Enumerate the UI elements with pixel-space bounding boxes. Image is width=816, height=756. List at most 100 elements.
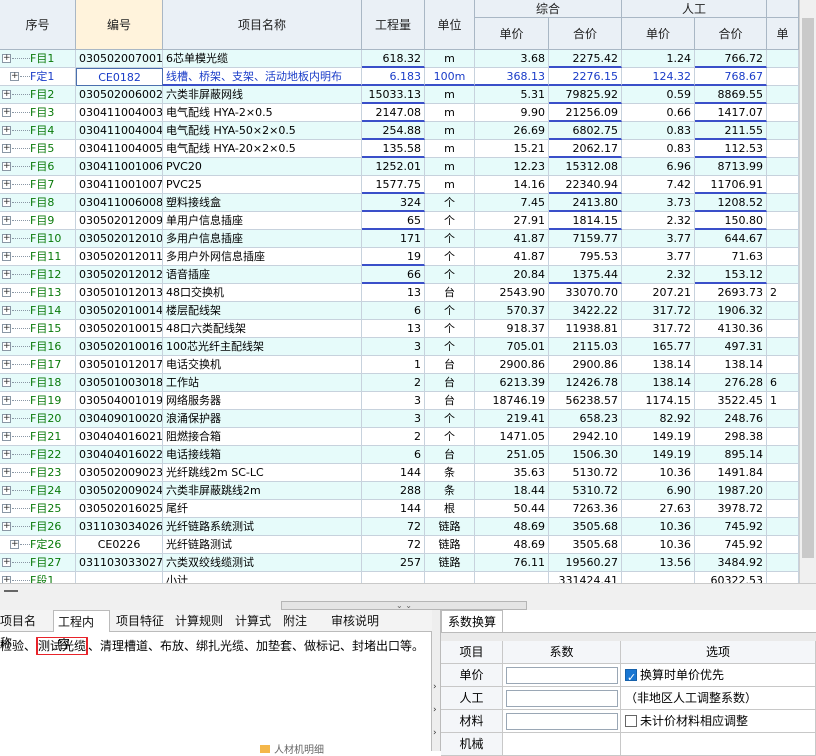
row-total-price[interactable]: 5310.72: [549, 482, 622, 500]
row-seq[interactable]: + F目17: [0, 356, 76, 374]
row-seq[interactable]: + F目9: [0, 212, 76, 230]
expand-plus-icon[interactable]: +: [2, 432, 11, 441]
row-labor-unit-price[interactable]: 2.32: [622, 212, 695, 230]
row-extra[interactable]: [767, 338, 799, 356]
row-seq[interactable]: + F目14: [0, 302, 76, 320]
tab-7[interactable]: 审核说明: [327, 610, 387, 632]
table-row[interactable]: + F目16 030502010016 100芯光纤主配线架 3 个 705.01 2115.…: [0, 338, 799, 356]
table-row[interactable]: + F目24 030502009024 六类非屏蔽跳线2m 288 条 18.44 5310.…: [0, 482, 799, 500]
detail-hint[interactable]: 人材机明细: [260, 741, 420, 756]
row-labor-unit-price[interactable]: 6.90: [622, 482, 695, 500]
row-code[interactable]: 030411004004: [76, 122, 163, 140]
row-quantity[interactable]: 3: [362, 410, 425, 428]
row-quantity[interactable]: 144: [362, 464, 425, 482]
row-seq[interactable]: + F目7: [0, 176, 76, 194]
row-unit[interactable]: 个: [425, 410, 475, 428]
row-code[interactable]: 030502010016: [76, 338, 163, 356]
tree-connector[interactable]: +: [0, 50, 30, 67]
row-unit-price[interactable]: 18746.19: [475, 392, 549, 410]
row-unit[interactable]: 个: [425, 248, 475, 266]
row-unit[interactable]: m: [425, 50, 475, 68]
row-unit-price[interactable]: 35.63: [475, 464, 549, 482]
expand-plus-icon[interactable]: +: [2, 414, 11, 423]
row-unit[interactable]: 个: [425, 302, 475, 320]
row-labor-total-price[interactable]: 248.76: [695, 410, 767, 428]
row-seq[interactable]: + F目20: [0, 410, 76, 428]
row-name[interactable]: 楼层配线架: [163, 302, 362, 320]
checkbox-checked-icon[interactable]: [625, 667, 637, 686]
row-quantity[interactable]: 66: [362, 266, 425, 284]
row-labor-unit-price[interactable]: 10.36: [622, 464, 695, 482]
row-name[interactable]: 阻燃接合箱: [163, 428, 362, 446]
coeff-input-cell[interactable]: [503, 687, 621, 710]
row-quantity[interactable]: 15033.13: [362, 86, 425, 104]
table-row[interactable]: + F目9 030502012009 单用户信息插座 65 个 27.91 1814.15 2.…: [0, 212, 799, 230]
row-unit-price[interactable]: 1471.05: [475, 428, 549, 446]
row-labor-unit-price[interactable]: 165.77: [622, 338, 695, 356]
table-row[interactable]: + F目21 030404016021 阻燃接合箱 2 个 1471.05 2942.10 14…: [0, 428, 799, 446]
row-unit-price[interactable]: 7.45: [475, 194, 549, 212]
row-quantity[interactable]: 288: [362, 482, 425, 500]
row-name[interactable]: 电气配线 HYA-2×0.5: [163, 104, 362, 122]
row-labor-total-price[interactable]: 153.12: [695, 266, 767, 284]
row-labor-total-price[interactable]: 3522.45: [695, 392, 767, 410]
row-labor-unit-price[interactable]: 317.72: [622, 320, 695, 338]
row-unit[interactable]: 个: [425, 266, 475, 284]
tree-connector[interactable]: +: [0, 356, 30, 373]
row-seq[interactable]: + F目4: [0, 122, 76, 140]
row-labor-total-price[interactable]: 1906.32: [695, 302, 767, 320]
row-unit-price[interactable]: 48.69: [475, 518, 549, 536]
row-name[interactable]: 六类双绞线缆测试: [163, 554, 362, 572]
tree-connector[interactable]: +: [0, 482, 30, 499]
tree-connector[interactable]: +: [0, 536, 30, 553]
row-code[interactable]: 030502012010: [76, 230, 163, 248]
row-name[interactable]: 小计: [163, 572, 362, 583]
row-labor-total-price[interactable]: 276.28: [695, 374, 767, 392]
header-code[interactable]: 编号: [76, 0, 163, 50]
tree-connector[interactable]: +: [0, 104, 30, 121]
header-qty[interactable]: 工程量: [362, 0, 425, 50]
row-unit[interactable]: 台: [425, 446, 475, 464]
row-labor-unit-price[interactable]: 317.72: [622, 302, 695, 320]
row-labor-total-price[interactable]: 8713.99: [695, 158, 767, 176]
row-code[interactable]: 030404016022: [76, 446, 163, 464]
row-name[interactable]: 光纤链路测试: [163, 536, 362, 554]
coefficient-input[interactable]: [506, 713, 618, 730]
tree-connector[interactable]: +: [0, 500, 30, 517]
coefficient-input[interactable]: [506, 667, 618, 684]
expand-plus-icon[interactable]: +: [2, 180, 11, 189]
tab-coefficient-conversion[interactable]: 系数换算: [441, 610, 504, 632]
row-unit-price[interactable]: 76.11: [475, 554, 549, 572]
row-labor-unit-price[interactable]: 1.24: [622, 50, 695, 68]
row-extra[interactable]: [767, 536, 799, 554]
row-labor-total-price[interactable]: 3978.72: [695, 500, 767, 518]
row-code[interactable]: 030504001019: [76, 392, 163, 410]
row-extra[interactable]: [767, 266, 799, 284]
expand-plus-icon[interactable]: +: [10, 540, 19, 549]
row-labor-total-price[interactable]: 298.38: [695, 428, 767, 446]
row-total-price[interactable]: 1814.15: [549, 212, 622, 230]
row-labor-unit-price[interactable]: 124.32: [622, 68, 695, 86]
row-code[interactable]: 030411006008: [76, 194, 163, 212]
row-total-price[interactable]: 33070.70: [549, 284, 622, 302]
row-code[interactable]: 030404016021: [76, 428, 163, 446]
row-labor-total-price[interactable]: 766.72: [695, 50, 767, 68]
row-seq[interactable]: + F目18: [0, 374, 76, 392]
row-unit-price[interactable]: 18.44: [475, 482, 549, 500]
row-quantity[interactable]: 1: [362, 356, 425, 374]
tree-connector[interactable]: +: [0, 266, 30, 283]
row-labor-unit-price[interactable]: 10.36: [622, 536, 695, 554]
tree-connector[interactable]: +: [0, 320, 30, 337]
row-name[interactable]: 工作站: [163, 374, 362, 392]
table-row[interactable]: + F目27 031103033027 六类双绞线缆测试 257 链路 76.11 19560…: [0, 554, 799, 572]
table-row[interactable]: + F目6 030411001006 PVC20 1252.01 m 12.23 15312.…: [0, 158, 799, 176]
row-quantity[interactable]: 6: [362, 446, 425, 464]
row-labor-unit-price[interactable]: 138.14: [622, 356, 695, 374]
row-unit-price[interactable]: 12.23: [475, 158, 549, 176]
row-total-price[interactable]: 795.53: [549, 248, 622, 266]
coeff-input-cell[interactable]: [503, 710, 621, 733]
row-labor-total-price[interactable]: 1987.20: [695, 482, 767, 500]
row-name[interactable]: 48口交换机: [163, 284, 362, 302]
tree-connector[interactable]: +: [0, 464, 30, 481]
row-seq[interactable]: + F目1: [0, 50, 76, 68]
